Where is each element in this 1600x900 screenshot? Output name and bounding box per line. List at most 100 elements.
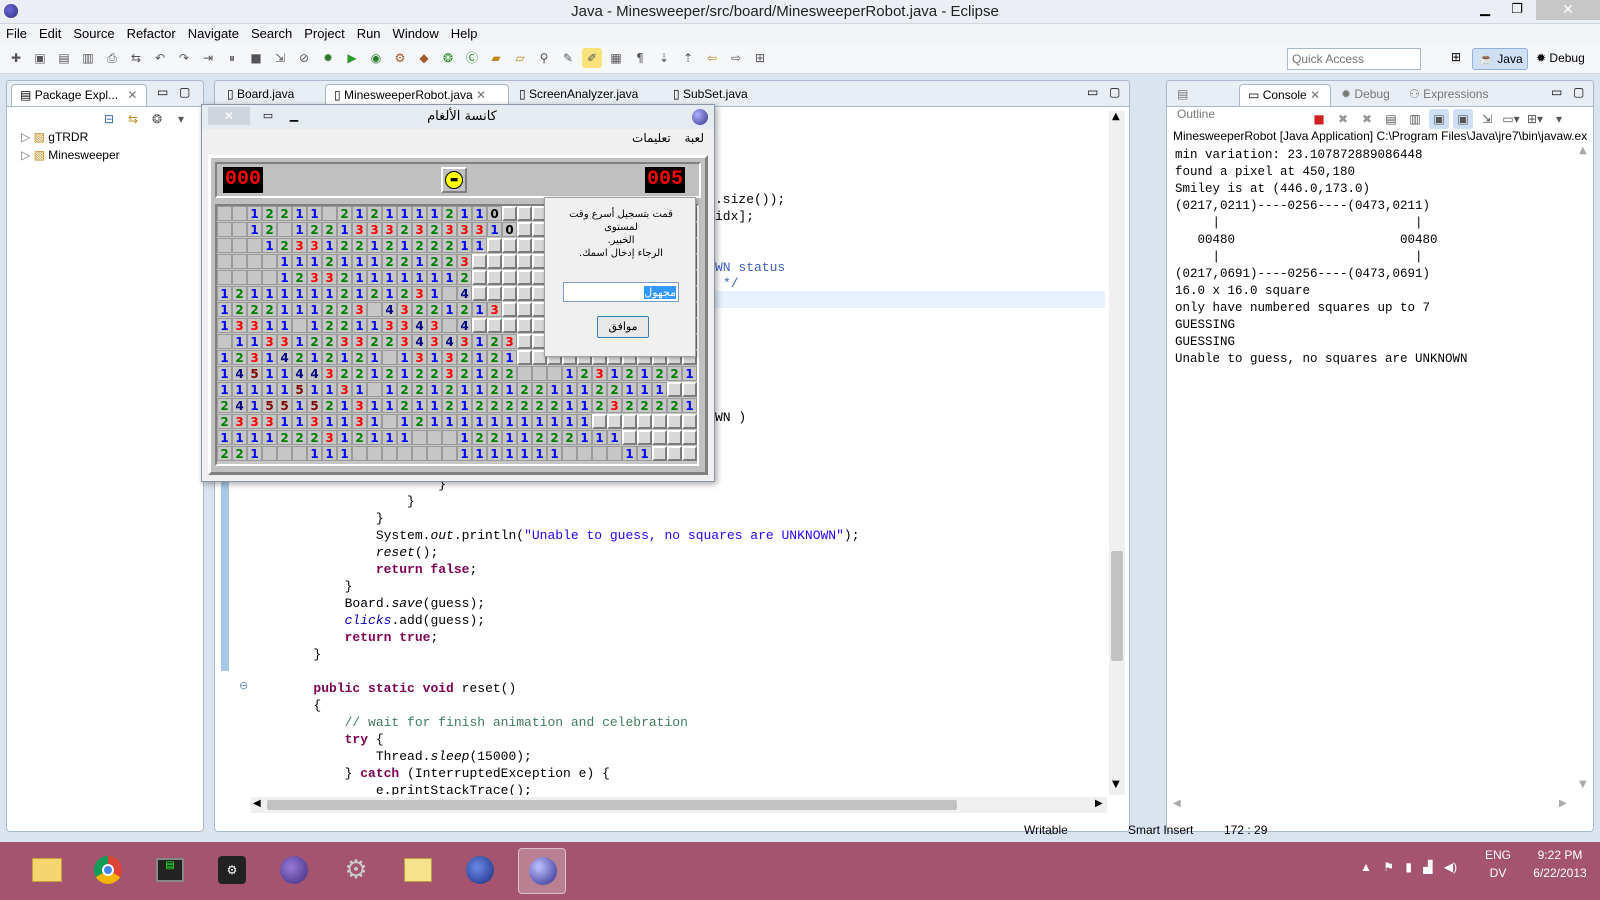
grid-cell[interactable]: 2 xyxy=(487,382,502,397)
grid-cell[interactable]: 0 xyxy=(487,206,502,221)
grid-cell[interactable] xyxy=(517,350,532,365)
grid-cell[interactable]: 1 xyxy=(607,366,622,381)
grid-cell[interactable]: 2 xyxy=(337,302,352,317)
grid-cell[interactable] xyxy=(217,270,232,285)
pin-console-icon[interactable]: ⇲ xyxy=(1477,109,1497,129)
grid-cell[interactable] xyxy=(517,206,532,221)
grid-cell[interactable] xyxy=(577,446,592,461)
minimize-view-icon[interactable]: ▭ xyxy=(157,85,168,99)
display-console-icon[interactable]: ▭▾ xyxy=(1501,109,1521,129)
file-explorer-icon[interactable] xyxy=(22,848,70,894)
grid-cell[interactable]: 1 xyxy=(472,414,487,429)
perspective-java[interactable]: ☕ Java xyxy=(1472,48,1528,70)
focus-icon[interactable]: ❂ xyxy=(147,109,167,129)
grid-cell[interactable]: 2 xyxy=(217,398,232,413)
grid-cell[interactable]: 1 xyxy=(472,446,487,461)
grid-cell[interactable]: 4 xyxy=(382,302,397,317)
grid-cell[interactable]: 1 xyxy=(472,302,487,317)
minimize-button[interactable]: ▁ xyxy=(1470,0,1500,22)
grid-cell[interactable] xyxy=(487,238,502,253)
grid-cell[interactable] xyxy=(682,382,697,397)
external-tools-icon[interactable]: ⚙ xyxy=(390,48,410,68)
grid-cell[interactable]: 2 xyxy=(307,334,322,349)
grid-cell[interactable] xyxy=(472,286,487,301)
grid-cell[interactable]: 1 xyxy=(217,286,232,301)
grid-cell[interactable]: 1 xyxy=(622,446,637,461)
grid-cell[interactable]: 3 xyxy=(262,334,277,349)
grid-cell[interactable]: 3 xyxy=(322,366,337,381)
grid-cell[interactable]: 1 xyxy=(352,270,367,285)
block-selection-icon[interactable]: ▦ xyxy=(606,48,626,68)
grid-cell[interactable]: 2 xyxy=(517,382,532,397)
menu-run[interactable]: Run xyxy=(351,24,387,44)
grid-cell[interactable]: 1 xyxy=(322,286,337,301)
menu-window[interactable]: Window xyxy=(387,24,445,44)
expand-icon[interactable]: ▷ xyxy=(21,130,30,144)
grid-cell[interactable]: 1 xyxy=(517,414,532,429)
coverage-icon[interactable]: ◉ xyxy=(366,48,386,68)
close-icon[interactable]: ✕ xyxy=(127,88,137,102)
grid-cell[interactable]: 3 xyxy=(412,350,427,365)
grid-cell[interactable] xyxy=(502,302,517,317)
pin-editor-icon[interactable]: ⊞ xyxy=(750,48,770,68)
grid-cell[interactable]: 1 xyxy=(292,206,307,221)
grid-cell[interactable]: 1 xyxy=(262,366,277,381)
grid-cell[interactable]: 2 xyxy=(607,382,622,397)
grid-cell[interactable]: 1 xyxy=(397,414,412,429)
grid-cell[interactable]: 1 xyxy=(412,254,427,269)
grid-cell[interactable]: 2 xyxy=(667,398,682,413)
grid-cell[interactable]: 3 xyxy=(322,430,337,445)
grid-cell[interactable]: 2 xyxy=(592,382,607,397)
grid-cell[interactable] xyxy=(232,206,247,221)
debug-icon[interactable]: ✹ xyxy=(318,48,338,68)
grid-cell[interactable]: 2 xyxy=(322,254,337,269)
menu-help[interactable]: تعليمات xyxy=(632,131,671,145)
grid-cell[interactable] xyxy=(652,414,667,429)
grid-cell[interactable]: 1 xyxy=(337,254,352,269)
grid-cell[interactable] xyxy=(517,254,532,269)
grid-cell[interactable]: 4 xyxy=(457,318,472,333)
grid-cell[interactable]: 2 xyxy=(367,206,382,221)
grid-cell[interactable]: 4 xyxy=(412,318,427,333)
grid-cell[interactable]: 2 xyxy=(532,398,547,413)
grid-cell[interactable]: 2 xyxy=(232,302,247,317)
grid-cell[interactable]: 3 xyxy=(382,318,397,333)
battery-icon[interactable]: ▮ xyxy=(1405,860,1412,874)
tree-item-gtrdr[interactable]: ▷ ▧ gTRDR xyxy=(21,130,88,144)
grid-cell[interactable]: 2 xyxy=(637,398,652,413)
grid-cell[interactable]: 1 xyxy=(472,382,487,397)
grid-cell[interactable]: 2 xyxy=(337,318,352,333)
grid-cell[interactable]: 3 xyxy=(307,270,322,285)
grid-cell[interactable]: 3 xyxy=(337,334,352,349)
show-hidden-icon[interactable]: ▲ xyxy=(1360,860,1372,874)
grid-cell[interactable] xyxy=(502,238,517,253)
grid-cell[interactable] xyxy=(412,446,427,461)
grid-cell[interactable]: 1 xyxy=(427,382,442,397)
grid-cell[interactable]: 1 xyxy=(352,254,367,269)
grid-cell[interactable] xyxy=(487,254,502,269)
grid-cell[interactable]: 1 xyxy=(307,446,322,461)
grid-cell[interactable]: 1 xyxy=(502,382,517,397)
restore-button[interactable]: ❐ xyxy=(1502,0,1532,22)
grid-cell[interactable]: 2 xyxy=(412,382,427,397)
run-icon[interactable]: ▶ xyxy=(342,48,362,68)
clock[interactable]: 9:22 PM 6/22/2013 xyxy=(1524,848,1596,880)
grid-cell[interactable]: 2 xyxy=(337,206,352,221)
grid-cell[interactable]: 2 xyxy=(352,430,367,445)
grid-cell[interactable]: 1 xyxy=(277,302,292,317)
grid-cell[interactable]: 2 xyxy=(352,350,367,365)
grid-cell[interactable]: 1 xyxy=(367,238,382,253)
grid-cell[interactable]: 1 xyxy=(322,382,337,397)
grid-cell[interactable]: 1 xyxy=(337,398,352,413)
grid-cell[interactable] xyxy=(472,254,487,269)
grid-cell[interactable]: 1 xyxy=(637,366,652,381)
grid-cell[interactable]: 3 xyxy=(352,334,367,349)
grid-cell[interactable] xyxy=(277,446,292,461)
grid-cell[interactable]: 1 xyxy=(382,270,397,285)
grid-cell[interactable]: 3 xyxy=(352,222,367,237)
grid-cell[interactable]: 1 xyxy=(277,286,292,301)
grid-cell[interactable]: 1 xyxy=(487,414,502,429)
grid-cell[interactable] xyxy=(502,254,517,269)
menu-refactor[interactable]: Refactor xyxy=(121,24,182,44)
grid-cell[interactable]: 1 xyxy=(397,430,412,445)
